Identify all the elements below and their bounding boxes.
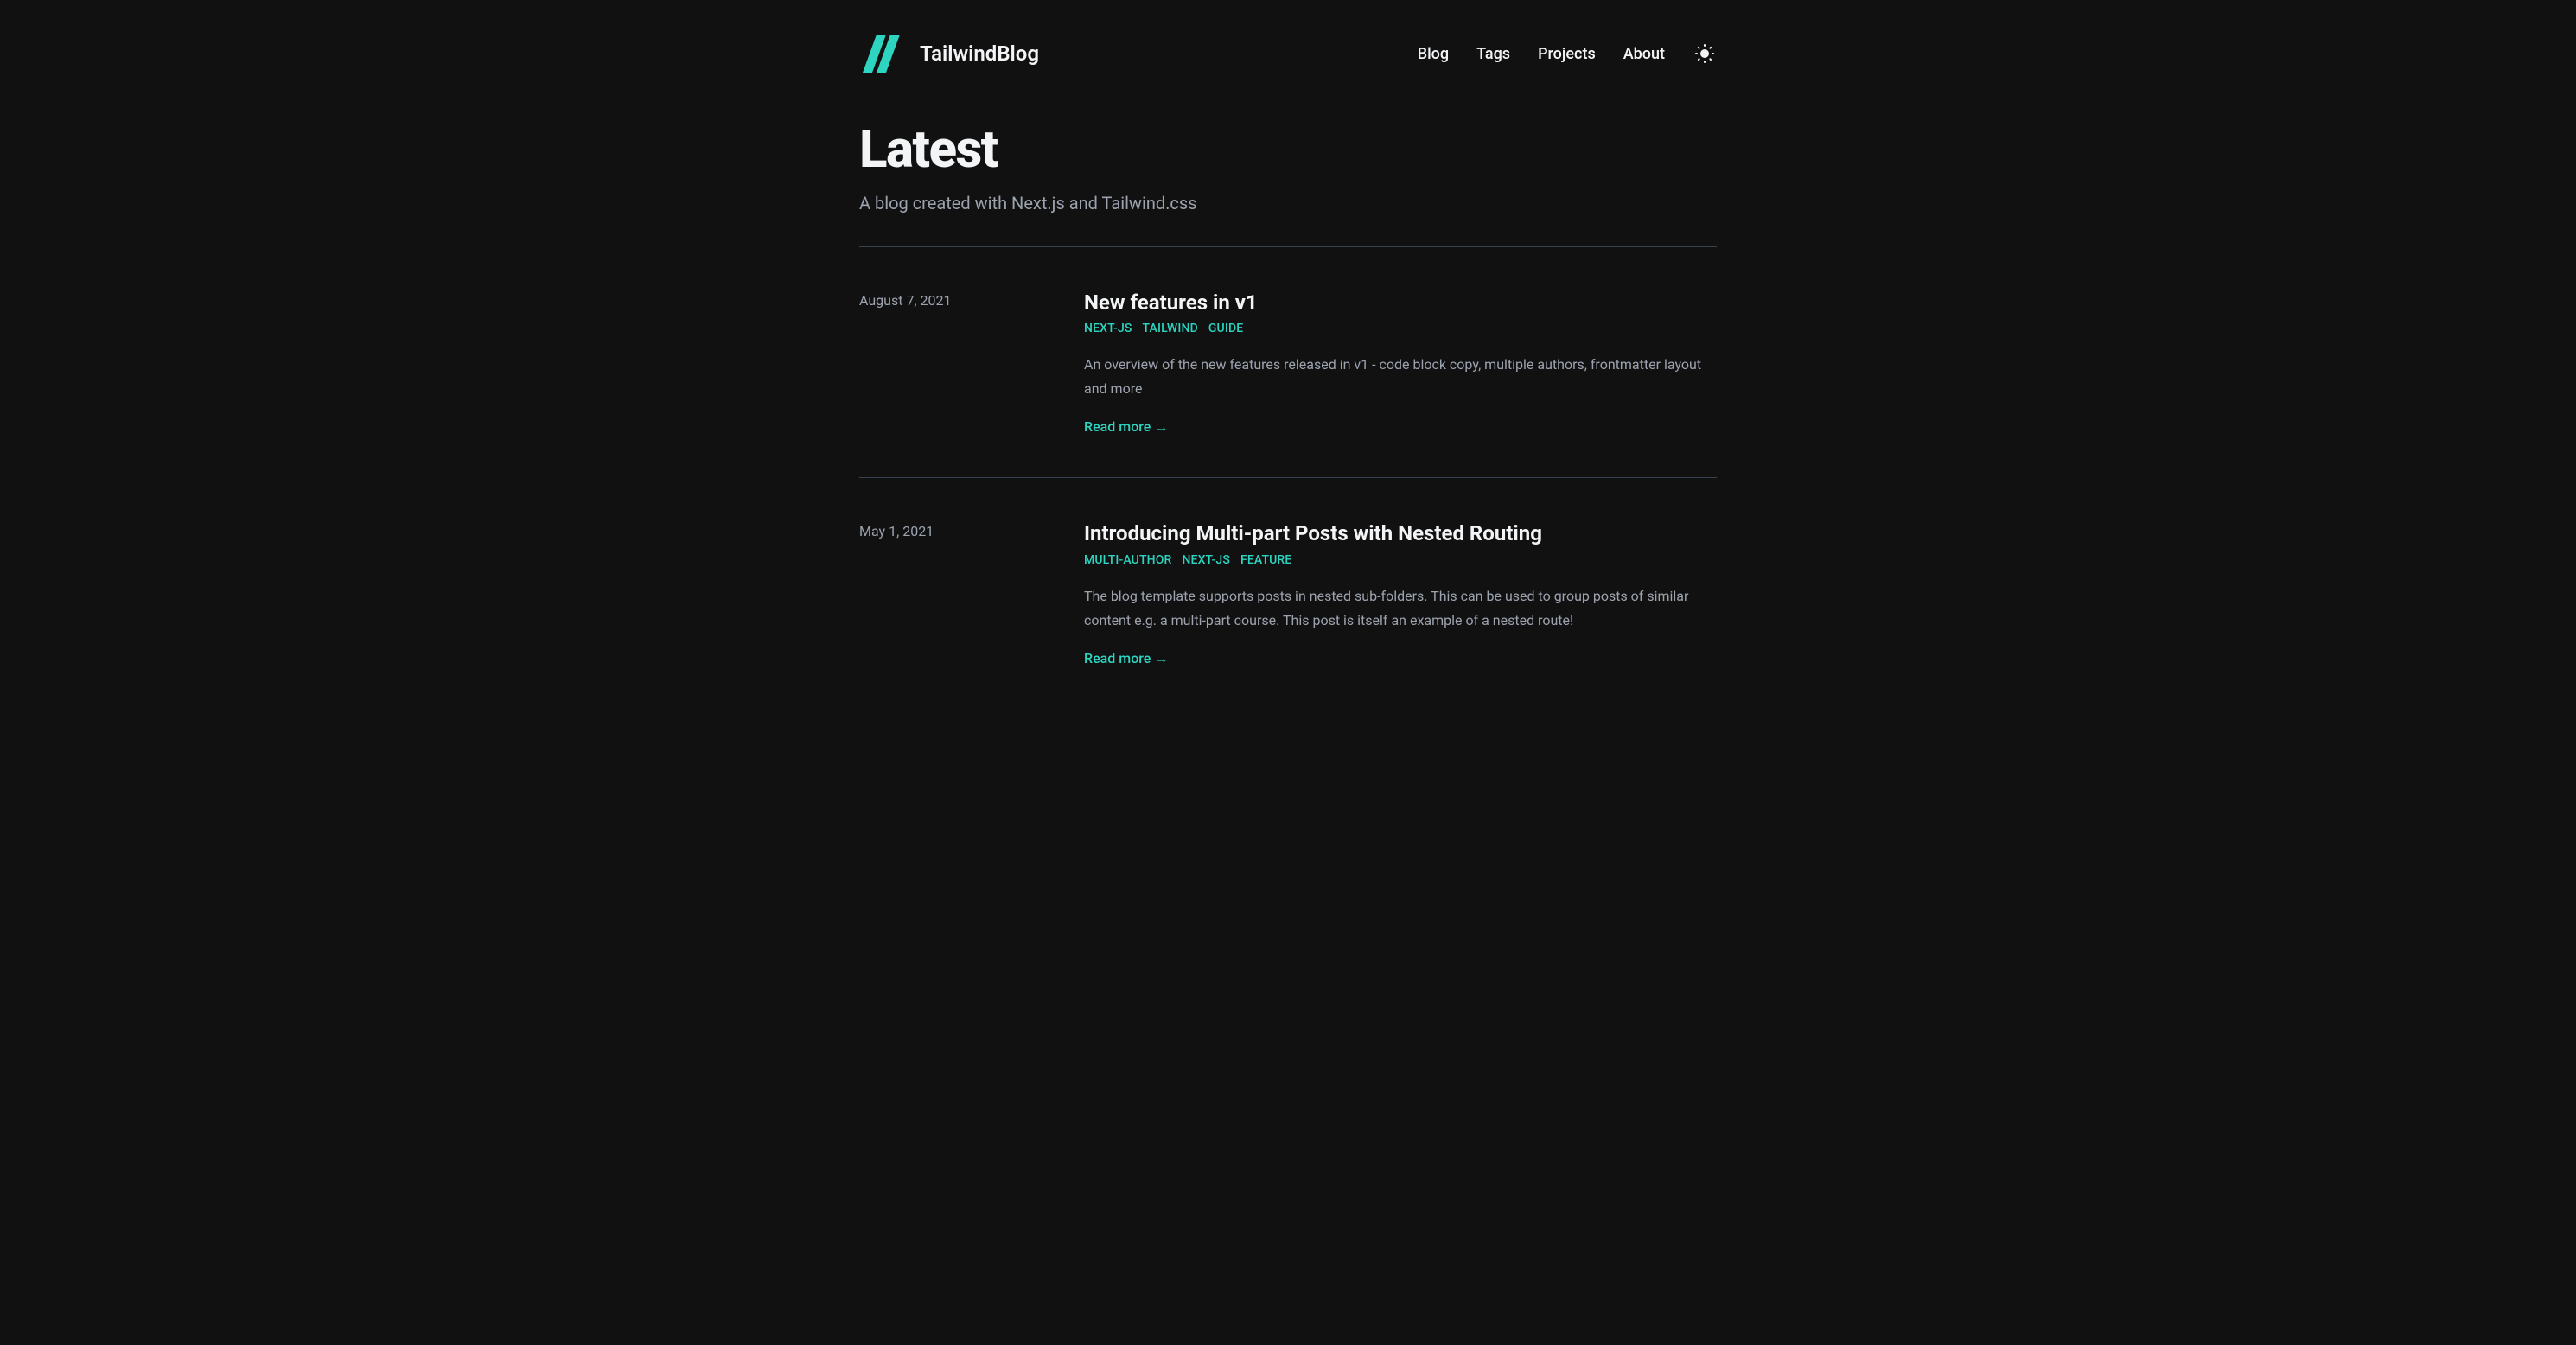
post-title-link[interactable]: New features in v1 (1084, 289, 1717, 316)
post-title-link[interactable]: Introducing Multi-part Posts with Nested… (1084, 520, 1717, 547)
hero-section: Latest A blog created with Next.js and T… (859, 100, 1717, 246)
read-more-link[interactable]: Read more → (1084, 418, 1168, 436)
theme-toggle-button[interactable] (1693, 41, 1717, 66)
nav-projects[interactable]: Projects (1538, 45, 1596, 63)
post-content: Introducing Multi-part Posts with Nested… (1084, 520, 1717, 666)
logo-link[interactable]: TailwindBlog (859, 35, 1039, 73)
site-title: TailwindBlog (920, 41, 1039, 66)
sun-icon (1694, 43, 1715, 64)
post-tags: MULTI-AUTHOR NEXT-JS FEATURE (1084, 553, 1717, 567)
nav-blog[interactable]: Blog (1418, 45, 1449, 63)
tag-link[interactable]: TAILWIND (1143, 322, 1198, 335)
post-content: New features in v1 NEXT-JS TAILWIND GUID… (1084, 289, 1717, 436)
post-summary: The blog template supports posts in nest… (1084, 584, 1717, 633)
primary-nav: Blog Tags Projects About (1418, 41, 1717, 66)
logo-icon (859, 35, 906, 73)
page-title: Latest (859, 121, 1717, 178)
nav-about[interactable]: About (1623, 45, 1665, 63)
site-header: TailwindBlog Blog Tags Projects About (859, 0, 1717, 100)
tag-link[interactable]: FEATURE (1240, 553, 1291, 567)
post-item: May 1, 2021 Introducing Multi-part Posts… (859, 478, 1717, 708)
tag-link[interactable]: NEXT-JS (1182, 553, 1230, 567)
tag-link[interactable]: MULTI-AUTHOR (1084, 553, 1171, 567)
post-summary: An overview of the new features released… (1084, 353, 1717, 401)
read-more-link[interactable]: Read more → (1084, 650, 1168, 667)
post-tags: NEXT-JS TAILWIND GUIDE (1084, 322, 1717, 335)
post-date: May 1, 2021 (859, 520, 1070, 666)
tag-link[interactable]: NEXT-JS (1084, 322, 1132, 335)
post-item: August 7, 2021 New features in v1 NEXT-J… (859, 247, 1717, 477)
page-subtitle: A blog created with Next.js and Tailwind… (859, 188, 1717, 219)
tag-link[interactable]: GUIDE (1208, 322, 1243, 335)
post-date: August 7, 2021 (859, 289, 1070, 436)
nav-tags[interactable]: Tags (1476, 45, 1510, 63)
